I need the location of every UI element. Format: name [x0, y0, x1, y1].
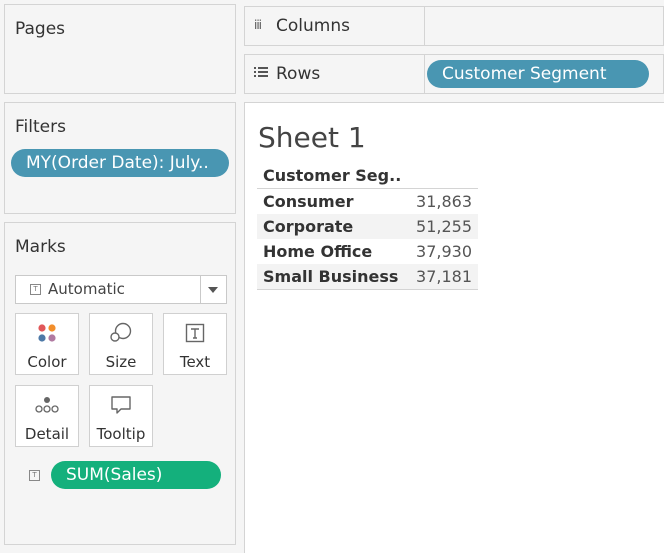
- mark-type-label: Automatic: [48, 280, 125, 298]
- columns-shelf-header: iii Columns: [245, 7, 425, 45]
- row-header: Home Office: [263, 242, 373, 261]
- crosstab-table: Customer Seg.. Consumer 31,863 Corporate…: [257, 163, 478, 290]
- size-icon: [90, 322, 152, 344]
- size-card[interactable]: Size: [89, 313, 153, 375]
- columns-shelf[interactable]: iii Columns: [244, 6, 664, 46]
- pages-panel[interactable]: Pages: [4, 4, 236, 94]
- filters-title: Filters: [15, 117, 66, 137]
- tooltip-card[interactable]: Tooltip: [89, 385, 153, 447]
- cell-value: 51,255: [416, 217, 472, 236]
- filters-panel[interactable]: Filters MY(Order Date): July..: [4, 102, 236, 214]
- sum-sales-pill[interactable]: SUM(Sales): [51, 461, 221, 489]
- cell-value: 31,863: [416, 192, 472, 211]
- sheet-title[interactable]: Sheet 1: [258, 121, 366, 154]
- mark-type-dropdown[interactable]: T Automatic: [15, 275, 227, 304]
- columns-icon: iii: [254, 18, 262, 32]
- rows-shelf[interactable]: Rows Customer Segment: [244, 54, 664, 94]
- detail-card[interactable]: Detail: [15, 385, 79, 447]
- cell-value: 37,181: [416, 267, 472, 286]
- row-header: Small Business: [263, 267, 399, 286]
- detail-icon: [16, 394, 78, 416]
- filter-pill-order-date[interactable]: MY(Order Date): July..: [11, 149, 229, 177]
- pages-title: Pages: [15, 19, 66, 39]
- color-card[interactable]: Color: [15, 313, 79, 375]
- table-row[interactable]: Home Office 37,930: [257, 239, 478, 264]
- text-encoding-icon[interactable]: T: [29, 470, 40, 481]
- rows-icon: [254, 66, 268, 81]
- marks-title: Marks: [15, 237, 66, 257]
- text-card[interactable]: Text: [163, 313, 227, 375]
- chevron-down-icon[interactable]: [208, 287, 218, 293]
- customer-segment-pill[interactable]: Customer Segment: [427, 60, 649, 88]
- rows-label: Rows: [276, 64, 321, 84]
- rows-shelf-header: Rows: [245, 55, 425, 93]
- text-card-label: Text: [179, 353, 211, 371]
- table-row[interactable]: Corporate 51,255: [257, 214, 478, 239]
- marks-panel: Marks T Automatic Color Size Text Detail…: [4, 222, 236, 545]
- detail-card-label: Detail: [24, 425, 70, 443]
- dropdown-divider: [200, 276, 201, 303]
- sheet-view[interactable]: Sheet 1 Customer Seg.. Consumer 31,863 C…: [244, 102, 664, 553]
- row-header: Corporate: [263, 217, 354, 236]
- color-icon: [16, 322, 78, 344]
- color-card-label: Color: [27, 353, 67, 371]
- size-card-label: Size: [105, 353, 137, 371]
- columns-label: Columns: [276, 16, 350, 36]
- row-header: Consumer: [263, 192, 354, 211]
- cell-value: 37,930: [416, 242, 472, 261]
- text-mark-icon: T: [30, 284, 41, 295]
- tooltip-card-label: Tooltip: [96, 425, 146, 443]
- tooltip-icon: [90, 394, 152, 416]
- table-row[interactable]: Consumer 31,863: [257, 189, 478, 214]
- table-row[interactable]: Small Business 37,181: [257, 264, 478, 290]
- text-icon: [164, 322, 226, 344]
- column-header-customer-segment[interactable]: Customer Seg..: [257, 163, 478, 189]
